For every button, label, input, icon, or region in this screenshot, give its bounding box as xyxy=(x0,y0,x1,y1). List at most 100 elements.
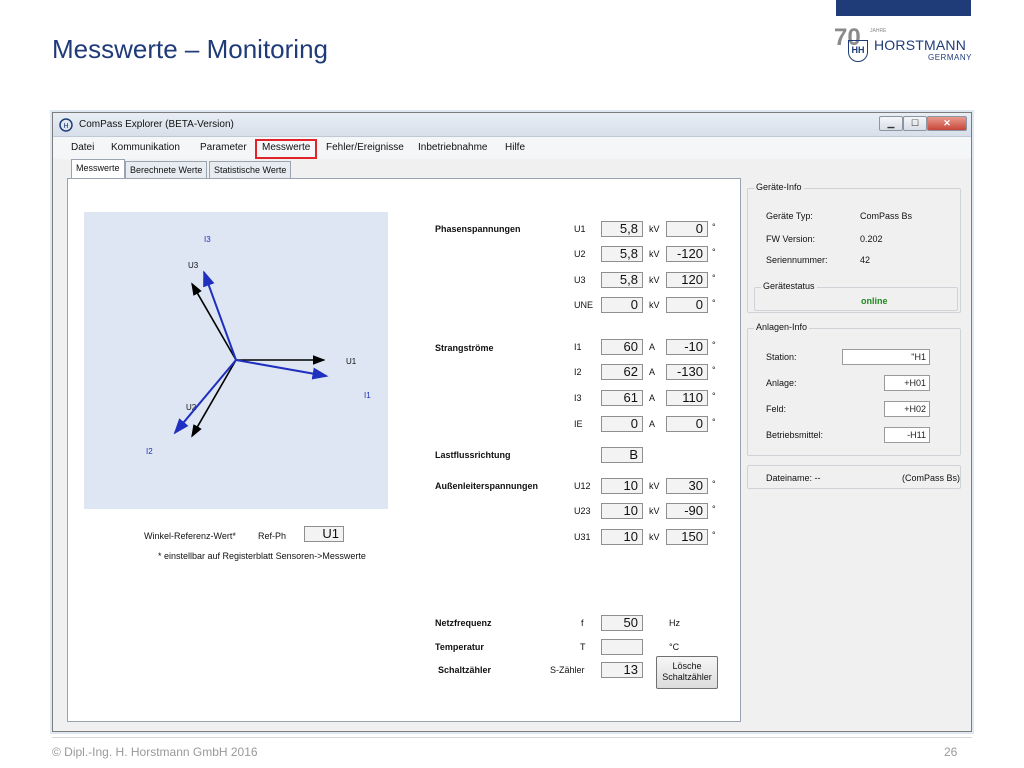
aussenleiter-title: Außenleiterspannungen xyxy=(435,481,539,491)
dateiname-value: (ComPass Bs) xyxy=(902,473,961,483)
ref-ph-label: Ref-Ph xyxy=(258,531,287,541)
slide-title: Messwerte – Monitoring xyxy=(52,34,328,64)
station-field[interactable]: "H1 xyxy=(842,349,930,365)
netzfrequenz-symbol: f xyxy=(581,618,584,628)
tab-statistische-werte[interactable]: Statistische Werte xyxy=(209,161,292,178)
logo-country: GERMANY xyxy=(928,53,972,62)
phasor-i3-label: I3 xyxy=(204,235,211,244)
phase-u1-unit: kV xyxy=(649,224,660,234)
phasor-i1-arrow xyxy=(235,359,329,380)
dateiname-label: Dateiname: -- xyxy=(766,473,821,483)
geraete-info-title: Geräte-Info xyxy=(754,182,804,192)
aussen-u23-value: 10 xyxy=(601,503,643,519)
anlage-field[interactable]: +H01 xyxy=(884,375,930,391)
tab-berechnete-werte[interactable]: Berechnete Werte xyxy=(125,161,208,178)
aussen-u12-angle: 30 xyxy=(666,478,708,494)
loesche-schaltzaehler-button[interactable]: Lösche Schaltzähler xyxy=(656,656,718,689)
phase-u2-unit: kV xyxy=(649,249,660,259)
strom-i2-angle: -130 xyxy=(666,364,708,380)
phasor-u3-arrow xyxy=(191,282,237,361)
window-titlebar[interactable]: H ComPass Explorer (BETA-Version) ▁ ☐ ✕ xyxy=(53,113,971,137)
datei-group: Dateiname: -- (ComPass Bs) xyxy=(747,465,961,489)
loesche-button-line2: Schaltzähler xyxy=(662,672,712,682)
tab-messwerte[interactable]: Messwerte xyxy=(71,159,125,178)
phase-une-name: UNE xyxy=(574,300,594,310)
aussen-u23-unit: kV xyxy=(649,506,660,516)
menu-bar: Datei Kommunikation Parameter Messwerte … xyxy=(53,137,971,159)
strom-ie-value: 0 xyxy=(601,416,643,432)
geraete-info-group: Geräte-Info Geräte Typ: ComPass Bs FW Ve… xyxy=(747,182,961,313)
strom-i1-value: 60 xyxy=(601,339,643,355)
anlage-label: Anlage: xyxy=(766,378,797,388)
phase-u2-angle: -120 xyxy=(666,246,708,262)
phase-une-value: 0 xyxy=(601,297,643,313)
strom-i1-name: I1 xyxy=(574,342,582,352)
compass-explorer-window: H ComPass Explorer (BETA-Version) ▁ ☐ ✕ … xyxy=(52,112,972,732)
page-number: 26 xyxy=(944,745,958,759)
aussen-u12-degree: ° xyxy=(712,479,716,489)
menu-fehler-ereignisse[interactable]: Fehler/Ereignisse xyxy=(326,142,404,153)
ref-ph-value[interactable]: U1 xyxy=(304,526,344,542)
close-button[interactable]: ✕ xyxy=(927,116,967,131)
fw-version-label: FW Version: xyxy=(766,234,816,244)
phase-u1-degree: ° xyxy=(712,222,716,232)
anlagen-info-title: Anlagen-Info xyxy=(754,322,810,332)
menu-inbetriebnahme[interactable]: Inbetriebnahme xyxy=(418,142,488,153)
phase-u3-unit: kV xyxy=(649,275,660,285)
aussen-u31-value: 10 xyxy=(601,529,643,545)
minimize-button[interactable]: ▁ xyxy=(879,116,903,131)
betriebsmittel-field[interactable]: -H11 xyxy=(884,427,930,443)
fw-version-value: 0.202 xyxy=(860,234,883,244)
phase-u2-name: U2 xyxy=(574,249,586,259)
phase-une-unit: kV xyxy=(649,300,660,310)
temperatur-symbol: T xyxy=(580,642,586,652)
strom-ie-unit: A xyxy=(649,419,656,429)
loesche-button-line1: Lösche xyxy=(672,661,702,671)
betriebsmittel-label: Betriebsmittel: xyxy=(766,430,824,440)
strom-i3-degree: ° xyxy=(712,391,716,401)
logo-brand: HORSTMANN xyxy=(874,37,967,53)
strom-i2-name: I2 xyxy=(574,367,582,377)
anlagen-info-group: Anlagen-Info Station: "H1 Anlage: +H01 F… xyxy=(747,322,961,456)
phase-u2-degree: ° xyxy=(712,247,716,257)
status-online: online xyxy=(861,296,888,306)
menu-datei[interactable]: Datei xyxy=(71,142,94,153)
aussen-u23-angle: -90 xyxy=(666,503,708,519)
strangstroeme-title: Strangströme xyxy=(435,343,494,353)
maximize-button[interactable]: ☐ xyxy=(903,116,927,131)
station-label: Station: xyxy=(766,352,797,362)
feld-field[interactable]: +H02 xyxy=(884,401,930,417)
aussen-u31-angle: 150 xyxy=(666,529,708,545)
footer-divider xyxy=(52,737,972,738)
aussen-u23-degree: ° xyxy=(712,504,716,514)
menu-hilfe[interactable]: Hilfe xyxy=(505,142,525,153)
netzfrequenz-title: Netzfrequenz xyxy=(435,618,492,628)
logo-monogram: HH xyxy=(848,40,868,62)
strom-ie-name: IE xyxy=(574,419,583,429)
reference-label: Winkel-Referenz-Wert* xyxy=(144,531,236,541)
phase-une-degree: ° xyxy=(712,298,716,308)
strom-i1-angle: -10 xyxy=(666,339,708,355)
strom-i3-value: 61 xyxy=(601,390,643,406)
strom-i1-degree: ° xyxy=(712,340,716,350)
phase-u3-degree: ° xyxy=(712,273,716,283)
phasor-u2-arrow xyxy=(191,359,237,438)
phase-u3-name: U3 xyxy=(574,275,586,285)
strom-i3-name: I3 xyxy=(574,393,582,403)
lastfluss-value: B xyxy=(601,447,643,463)
strom-ie-angle: 0 xyxy=(666,416,708,432)
phasor-i1-label: I1 xyxy=(364,391,371,400)
schaltzaehler-symbol: S-Zähler xyxy=(550,665,585,675)
strom-i2-unit: A xyxy=(649,367,656,377)
svg-text:H: H xyxy=(63,122,68,130)
menu-kommunikation[interactable]: Kommunikation xyxy=(111,142,180,153)
aussen-u31-degree: ° xyxy=(712,530,716,540)
phasor-diagram: U1U2U3I1I2I3 xyxy=(84,212,388,509)
reference-note: * einstellbar auf Registerblatt Sensoren… xyxy=(158,551,366,561)
seriennummer-value: 42 xyxy=(860,255,871,265)
phase-u2-value: 5,8 xyxy=(601,246,643,262)
geraete-typ-label: Geräte Typ: xyxy=(766,211,813,221)
menu-parameter[interactable]: Parameter xyxy=(200,142,247,153)
temperatur-value xyxy=(601,639,643,655)
phase-u3-value: 5,8 xyxy=(601,272,643,288)
